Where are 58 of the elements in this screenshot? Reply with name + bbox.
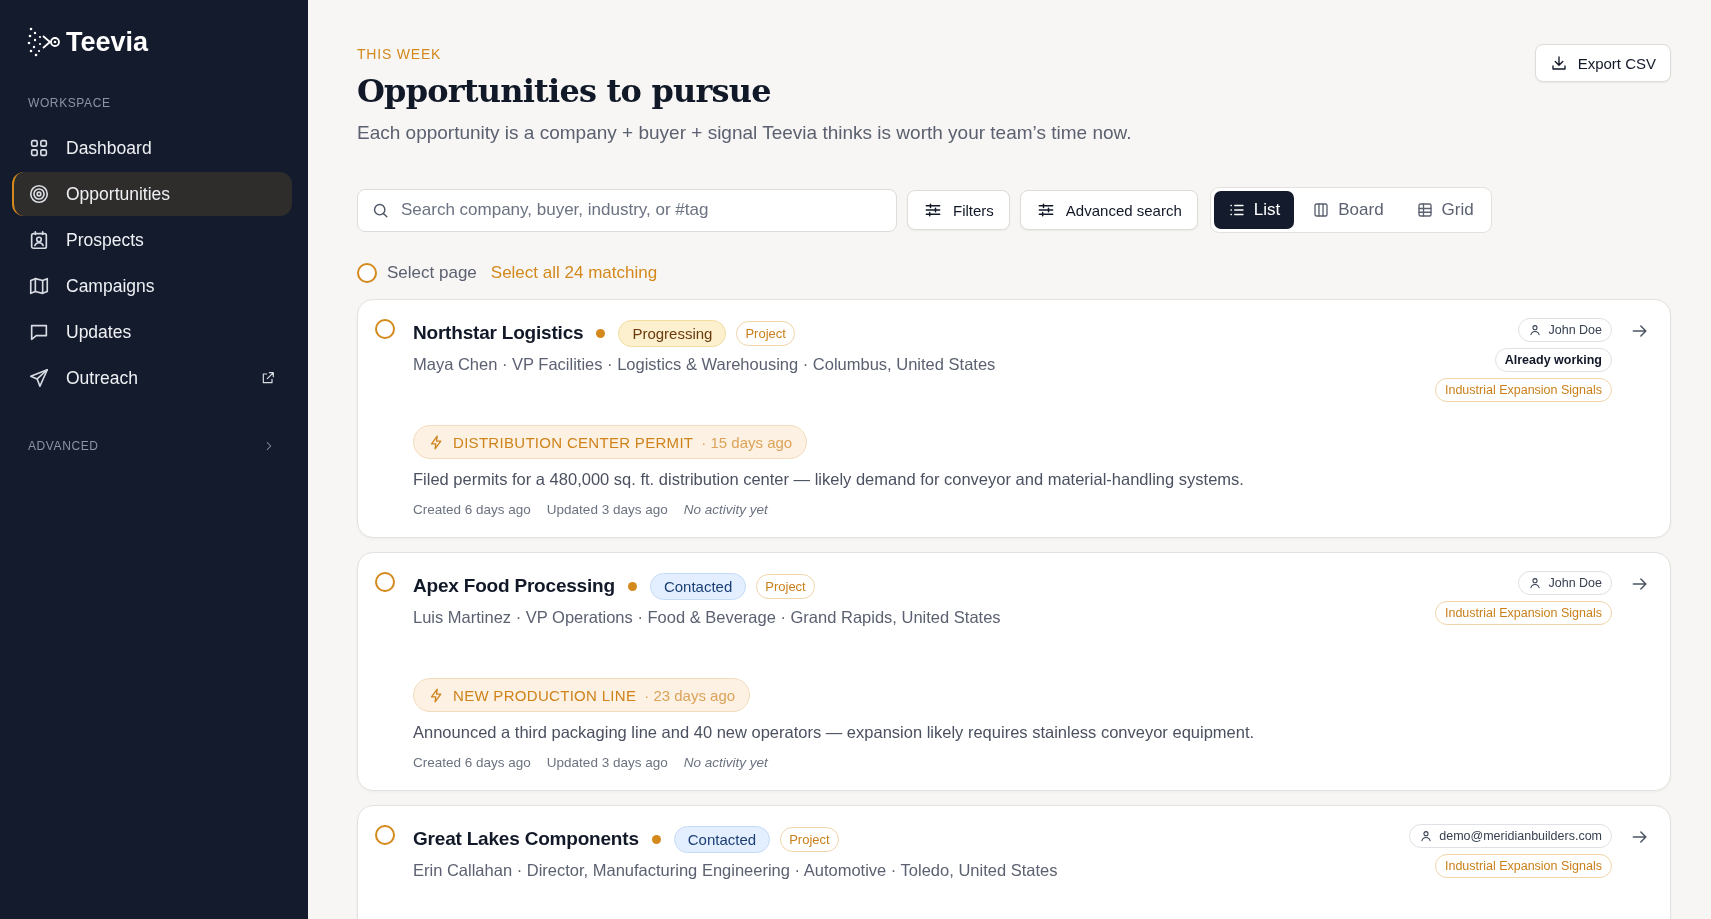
sidebar-item[interactable]: Dashboard [12, 126, 292, 170]
advanced-section-toggle[interactable]: ADVANCED [12, 434, 292, 458]
created-date: Created 6 days ago [413, 502, 531, 517]
brand-name: Teevia [66, 26, 149, 58]
view-tab[interactable]: Grid [1401, 191, 1488, 229]
export-csv-button[interactable]: Export CSV [1534, 44, 1671, 82]
status-dot [627, 581, 637, 591]
select-page-label: Select page [387, 263, 477, 283]
sidebar-item[interactable]: Outreach [12, 356, 292, 400]
row-checkbox[interactable] [375, 572, 395, 592]
status-badge: Contacted [673, 825, 771, 853]
view-tab[interactable]: Board [1298, 191, 1398, 229]
signal-pill: NEW PRODUCTION LINE · 23 days ago [413, 678, 751, 712]
company-name: Apex Food Processing [413, 575, 615, 597]
updated-date: Updated 3 days ago [546, 755, 668, 770]
user-icon [1528, 323, 1543, 337]
updated-date: Updated 3 days ago [546, 502, 668, 517]
columns-icon [1312, 201, 1331, 219]
activity-status: No activity yet [683, 755, 768, 770]
download-icon [1549, 54, 1568, 72]
status-badge: Progressing [618, 319, 727, 347]
target-icon [28, 183, 50, 205]
row-checkbox[interactable] [375, 825, 395, 845]
buyer-details: Luis Martinez · VP Operations · Food & Beverage · Grand Rapids, United States [413, 608, 1002, 627]
buyer-details: Maya Chen · VP Facilities · Logistics & Warehousing · Columbus, United States [413, 355, 997, 374]
created-date: Created 6 days ago [413, 755, 531, 770]
id-badge-icon [28, 229, 50, 251]
sidebar-item[interactable]: Opportunities [12, 172, 292, 216]
signal-description: Filed permits for a 480,000 sq. ft. distribution center — likely demand for conveyor and material-handling systems. [413, 470, 1245, 489]
map-icon [28, 275, 50, 297]
status-badge: Contacted [649, 572, 747, 600]
status-dot [596, 328, 606, 338]
user-icon [1419, 829, 1434, 843]
page-description: Each opportunity is a company + buyer + signal Teevia thinks is worth your team’s time now. [357, 121, 1132, 145]
sliders-icon [923, 200, 943, 220]
table-icon [1415, 201, 1434, 219]
paper-plane-icon [28, 367, 50, 389]
sidebar-item[interactable]: Updates [12, 310, 292, 354]
advanced-search-button[interactable]: Advanced search [1019, 190, 1198, 230]
search-field[interactable]: Search company, buyer, industry, or #tag [357, 188, 897, 232]
activity-status: No activity yet [683, 502, 768, 517]
row-checkbox[interactable] [375, 319, 395, 339]
signal-pill: DISTRIBUTION CENTER PERMIT · 15 days ago [413, 425, 808, 459]
eyebrow-label: THIS WEEK [357, 46, 443, 62]
signal-description: Announced a third packaging line and 40 new operators — expansion likely requires stainless conveyor equipment. [413, 723, 1256, 742]
grid-icon [28, 137, 50, 159]
filters-button[interactable]: Filters [907, 190, 1010, 230]
page-title: Opportunities to pursue [357, 72, 772, 110]
sidebar-item[interactable]: Campaigns [12, 264, 292, 308]
section-label: WORKSPACE [27, 96, 112, 110]
view-tab[interactable]: List [1213, 191, 1295, 229]
sidebar-item[interactable]: Prospects [12, 218, 292, 262]
buyer-details: Erin Callahan · Director, Manufacturing Engineering · Automotive · Toledo, United States [413, 861, 1059, 880]
status-dot [651, 834, 661, 844]
company-name: Great Lakes Components [413, 828, 639, 850]
select-page-checkbox[interactable] [357, 263, 377, 283]
company-name: Northstar Logistics [413, 322, 584, 344]
user-icon [1528, 576, 1543, 590]
